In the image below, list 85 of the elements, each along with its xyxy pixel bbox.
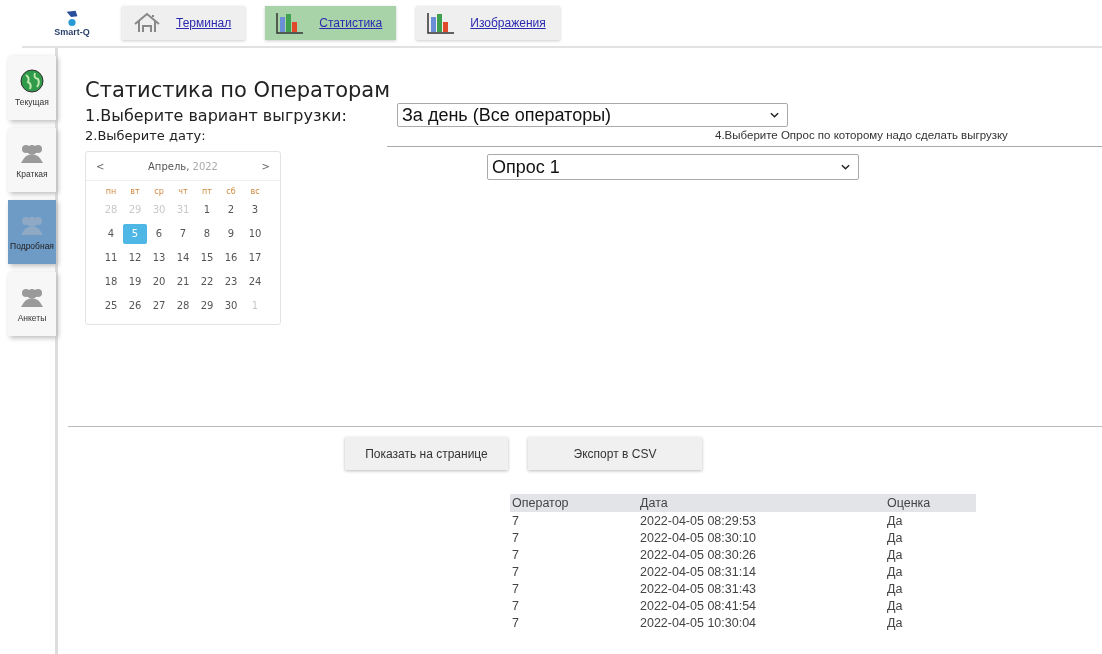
sidebar-item[interactable]: Краткая [8, 128, 56, 192]
weekday-label: сб [225, 187, 237, 196]
table-cell-text: 2022-04-05 08:31:14 [639, 563, 758, 580]
calendar-day[interactable]: 28 [171, 296, 195, 316]
weekday-label: пт [201, 187, 213, 196]
calendar-day[interactable]: 11 [99, 248, 123, 268]
table-cell-text: 7 [511, 597, 520, 614]
calendar-day[interactable]: 23 [219, 272, 243, 292]
calendar-day[interactable]: 19 [123, 272, 147, 292]
weekday-label: вс [249, 187, 261, 196]
table-cell: 7 [510, 512, 638, 529]
bar-chart-icon [275, 12, 306, 34]
table-cell-text: Да [886, 563, 904, 580]
house-icon [132, 12, 162, 34]
nav-tab[interactable]: Статистика [265, 6, 397, 40]
calendar-day[interactable]: 17 [243, 248, 267, 268]
chevron-down-icon [770, 112, 779, 118]
calendar-day[interactable]: 9 [219, 224, 243, 244]
column-header: Оценка [885, 494, 976, 512]
next-month-button[interactable]: > [261, 160, 270, 172]
table-cell-text: 7 [511, 563, 520, 580]
table-cell-text: Да [886, 529, 904, 546]
step-label: 4.Выберите Опрос по которому надо сделать выгрузку [715, 129, 1009, 141]
column-header: Оператор [510, 494, 638, 512]
sidebar-item[interactable]: Текущая [8, 56, 56, 120]
globe-icon [20, 69, 44, 93]
chevron-down-icon [841, 164, 850, 170]
calendar-day[interactable]: 7 [171, 224, 195, 244]
month-label: Апрель, 2022 [148, 160, 218, 172]
calendar-day[interactable]: 25 [99, 296, 123, 316]
weekday-label: чт [177, 187, 189, 196]
calendar-day[interactable]: 30 [219, 296, 243, 316]
sidebar-item[interactable]: Подробная [8, 200, 56, 264]
calendar-day[interactable]: 29 [195, 296, 219, 316]
table-cell: 2022-04-05 08:29:53 [638, 512, 885, 529]
previous-month-button[interactable]: < [96, 160, 105, 172]
table-cell-text: 7 [511, 529, 520, 546]
calendar-day[interactable]: 13 [147, 248, 171, 268]
page-title: Статистика по Операторам [85, 78, 392, 102]
table-cell-text: 7 [511, 546, 520, 563]
export-type-select[interactable]: За день (Все операторы) [397, 103, 788, 127]
table-cell-text: Да [886, 546, 904, 563]
action-button[interactable]: Показать на странице [345, 437, 508, 470]
table-cell: Да [885, 512, 976, 529]
calendar-day[interactable]: 4 [99, 224, 123, 244]
column-header: Дата [638, 494, 885, 512]
calendar-day[interactable]: 8 [195, 224, 219, 244]
calendar-day[interactable]: 22 [195, 272, 219, 292]
nav-tab[interactable]: Терминал [122, 6, 246, 40]
calendar-day[interactable]: 24 [243, 272, 267, 292]
calendar-day[interactable]: 10 [243, 224, 267, 244]
weekday-label: вт [129, 187, 141, 196]
table-cell-text: Да [886, 597, 904, 614]
weekday-label: ср [153, 187, 165, 196]
table-cell-text: 2022-04-05 08:31:43 [639, 580, 758, 597]
calendar-day[interactable]: 1 [195, 200, 219, 220]
calendar-day[interactable]: 3 [243, 200, 267, 220]
calendar-day[interactable]: 16 [219, 248, 243, 268]
logo-text: Smart-Q [54, 27, 90, 37]
weekday-label: пн [104, 187, 118, 196]
calendar-day[interactable]: 21 [171, 272, 195, 292]
calendar-day[interactable]: 2 [219, 200, 243, 220]
calendar-day[interactable]: 26 [123, 296, 147, 316]
table-cell-text: Да [886, 614, 904, 631]
step-label: 1.Выберите вариант выгрузки: [85, 106, 347, 125]
calendar-day[interactable]: 27 [147, 296, 171, 316]
step-label: 2.Выберите дату: [85, 128, 207, 143]
calendar-day[interactable]: 6 [147, 224, 171, 244]
table-cell-text: 2022-04-05 10:30:04 [639, 614, 758, 631]
table-cell-text: Да [886, 580, 904, 597]
table-cell-text: 2022-04-05 08:41:54 [639, 597, 758, 614]
calendar-day[interactable]: 14 [171, 248, 195, 268]
bar-chart-icon [426, 12, 457, 34]
table-cell-text: 2022-04-05 08:30:26 [639, 546, 758, 563]
action-button[interactable]: Экспорт в CSV [528, 437, 702, 470]
sidebar-item[interactable]: Анкеты [8, 272, 56, 336]
nav-tab[interactable]: Изображения [416, 6, 560, 40]
survey-select[interactable]: Опрос 1 [487, 154, 859, 180]
calendar-day[interactable]: 12 [123, 248, 147, 268]
table-cell-text: 2022-04-05 08:30:10 [639, 529, 758, 546]
table-cell-text: 7 [511, 614, 520, 631]
table-cell-text: 7 [511, 580, 520, 597]
calendar-day[interactable]: 18 [99, 272, 123, 292]
calendar-day[interactable]: 15 [195, 248, 219, 268]
calendar-day[interactable]: 20 [147, 272, 171, 292]
